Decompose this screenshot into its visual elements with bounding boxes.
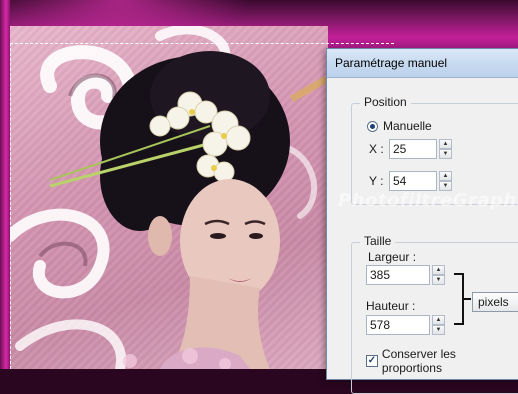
height-input[interactable]: 578 xyxy=(366,315,430,335)
y-label: Y : xyxy=(369,174,384,188)
manual-radio-label: Manuelle xyxy=(383,119,432,133)
keep-proportions-label: Conserver les proportions xyxy=(381,347,456,375)
height-decrement-button[interactable]: ▼ xyxy=(432,325,445,335)
x-label: X : xyxy=(369,142,384,156)
dialog-title: Paramétrage manuel xyxy=(335,56,448,70)
y-input[interactable]: 54 xyxy=(389,171,437,191)
unit-select[interactable]: pixels xyxy=(472,292,518,312)
x-decrement-button[interactable]: ▼ xyxy=(439,149,452,159)
x-increment-button[interactable]: ▲ xyxy=(439,139,452,149)
width-stepper[interactable]: 385 ▲ ▼ xyxy=(366,265,445,285)
width-input[interactable]: 385 xyxy=(366,265,430,285)
link-bracket-tick xyxy=(463,298,471,300)
keep-proportions-option[interactable]: ✓ Conserver les proportions xyxy=(366,347,518,375)
keep-proportions-checkbox[interactable]: ✓ xyxy=(366,355,378,367)
frame-border-left xyxy=(0,0,10,369)
width-label: Largeur : xyxy=(368,250,417,264)
height-stepper[interactable]: 578 ▲ ▼ xyxy=(366,315,445,335)
unit-select-value: pixels xyxy=(478,295,509,309)
manual-radio[interactable] xyxy=(367,120,378,132)
height-increment-button[interactable]: ▲ xyxy=(432,315,445,325)
geisha-artwork xyxy=(10,26,328,369)
watermark-text: PhotofiltreGraphic xyxy=(338,190,518,211)
dialog-titlebar[interactable]: Paramétrage manuel xyxy=(327,49,518,78)
x-input[interactable]: 25 xyxy=(389,139,437,159)
canvas-image[interactable] xyxy=(10,26,328,369)
y-increment-button[interactable]: ▲ xyxy=(439,171,452,181)
y-stepper[interactable]: 54 ▲ ▼ xyxy=(389,171,452,191)
size-group-label: Taille xyxy=(360,234,396,248)
manual-radio-option[interactable]: Manuelle xyxy=(367,119,432,133)
height-label: Hauteur : xyxy=(366,299,416,313)
x-stepper[interactable]: 25 ▲ ▼ xyxy=(389,139,452,159)
position-group-label: Position xyxy=(360,95,411,109)
width-increment-button[interactable]: ▲ xyxy=(432,265,445,275)
width-decrement-button[interactable]: ▼ xyxy=(432,275,445,285)
